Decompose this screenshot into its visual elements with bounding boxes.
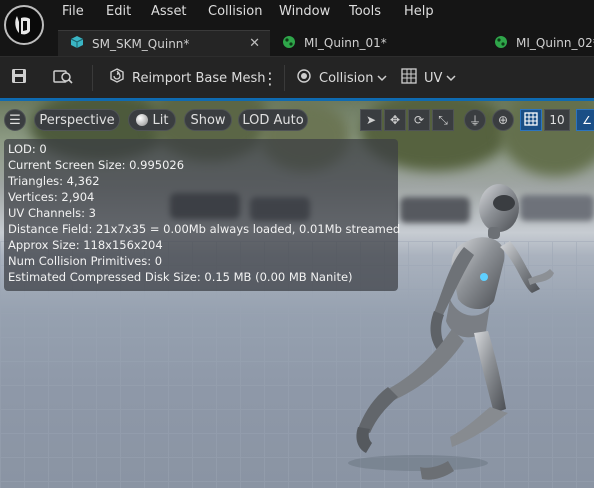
menu-edit[interactable]: Edit: [106, 4, 131, 19]
rotate-icon: ⟳: [413, 113, 425, 127]
reimport-icon: [108, 67, 126, 89]
lit-label: Lit: [152, 112, 169, 128]
menu-collision[interactable]: Collision: [208, 4, 262, 19]
reimport-base-mesh-button[interactable]: Reimport Base Mesh: [108, 67, 266, 89]
select-mode-button[interactable]: ➤: [360, 109, 382, 131]
tab-label: MI_Quinn_02*: [516, 36, 594, 50]
stat-disk-size: Estimated Compressed Disk Size: 0.15 MB …: [8, 270, 353, 284]
uv-label: UV: [424, 70, 443, 86]
rotate-mode-button[interactable]: ⟳: [408, 109, 430, 131]
unreal-logo-icon[interactable]: [4, 5, 44, 45]
tab-label: SM_SKM_Quinn*: [92, 36, 190, 51]
toolbar-divider: [284, 65, 285, 91]
grid-snap-value[interactable]: 10: [544, 109, 570, 131]
menu-file[interactable]: File: [62, 4, 84, 19]
menu-window[interactable]: Window: [279, 4, 330, 19]
rotation-snap-toggle[interactable]: ∠: [576, 109, 594, 131]
lod-auto-button[interactable]: LOD Auto: [238, 109, 308, 131]
chevron-down-icon: [446, 71, 456, 86]
quinn-mannequin[interactable]: [318, 181, 558, 481]
stat-approx-size: Approx Size: 118x156x204: [8, 238, 163, 252]
surface-snap-icon: ⏚: [468, 113, 481, 128]
lit-mode-button[interactable]: Lit: [128, 109, 176, 131]
viewport-menu-button[interactable]: ☰: [4, 109, 26, 131]
static-mesh-icon: [70, 35, 84, 52]
translate-mode-button[interactable]: ✥: [384, 109, 406, 131]
browse-to-asset-button[interactable]: [52, 67, 74, 89]
scale-icon: ⤡: [438, 112, 448, 127]
stat-lod: LOD: 0: [8, 142, 47, 156]
cursor-icon: ➤: [365, 113, 377, 127]
stat-uv-channels: UV Channels: 3: [8, 206, 96, 220]
scale-mode-button[interactable]: ⤡: [432, 109, 454, 131]
show-button[interactable]: Show: [184, 109, 232, 131]
collision-label: Collision: [319, 70, 374, 86]
close-icon[interactable]: ✕: [249, 36, 260, 51]
move-icon: ✥: [389, 113, 401, 127]
chevron-down-icon: [377, 71, 387, 86]
material-instance-icon: [494, 35, 508, 52]
browse-icon: [52, 67, 74, 89]
tab-sm-skm-quinn[interactable]: SM_SKM_Quinn* ✕: [58, 30, 270, 56]
viewport-toolbar: ☰ Perspective Lit Show LOD Auto ➤ ✥ ⟳ ⤡ …: [0, 109, 594, 131]
uv-grid-icon: [400, 67, 418, 89]
stat-collision-primitives: Num Collision Primitives: 0: [8, 254, 163, 268]
world-local-toggle[interactable]: ⊕: [492, 109, 514, 131]
tab-mi-quinn-01[interactable]: MI_Quinn_01*: [282, 30, 387, 56]
more-options-button[interactable]: ⋮: [262, 67, 278, 89]
stat-vertices: Vertices: 2,904: [8, 190, 95, 204]
mesh-viewport[interactable]: ☰ Perspective Lit Show LOD Auto ➤ ✥ ⟳ ⤡ …: [0, 98, 594, 488]
lit-sphere-icon: [135, 114, 148, 126]
kebab-menu-icon: ⋮: [262, 68, 278, 88]
material-instance-icon: [282, 35, 296, 52]
menu-help[interactable]: Help: [404, 4, 434, 19]
save-icon: [10, 67, 28, 89]
uv-dropdown[interactable]: UV: [400, 67, 456, 89]
reimport-label: Reimport Base Mesh: [132, 70, 266, 86]
stat-triangles: Triangles: 4,362: [8, 174, 100, 188]
menu-asset[interactable]: Asset: [151, 4, 187, 19]
grid-snap-icon: [524, 111, 538, 129]
world-icon: ⊕: [497, 113, 509, 127]
grid-snap-toggle[interactable]: [520, 109, 542, 131]
save-button[interactable]: [10, 67, 28, 89]
toolbar-divider: [92, 65, 93, 91]
tab-label: MI_Quinn_01*: [304, 36, 387, 50]
angle-icon: ∠: [582, 113, 592, 127]
title-bar: File Edit Asset Collision Window Tools H…: [0, 0, 594, 56]
collision-dropdown[interactable]: Collision: [296, 67, 387, 89]
hamburger-icon: ☰: [9, 112, 21, 128]
surface-snapping-button[interactable]: ⏚: [464, 109, 486, 131]
stat-screen-size: Current Screen Size: 0.995026: [8, 158, 185, 172]
tab-mi-quinn-02[interactable]: MI_Quinn_02*: [494, 30, 594, 56]
menu-tools[interactable]: Tools: [349, 4, 381, 19]
collision-icon: [296, 67, 314, 89]
asset-toolbar: Reimport Base Mesh ⋮ Collision UV: [0, 56, 594, 99]
perspective-button[interactable]: Perspective: [34, 109, 120, 131]
